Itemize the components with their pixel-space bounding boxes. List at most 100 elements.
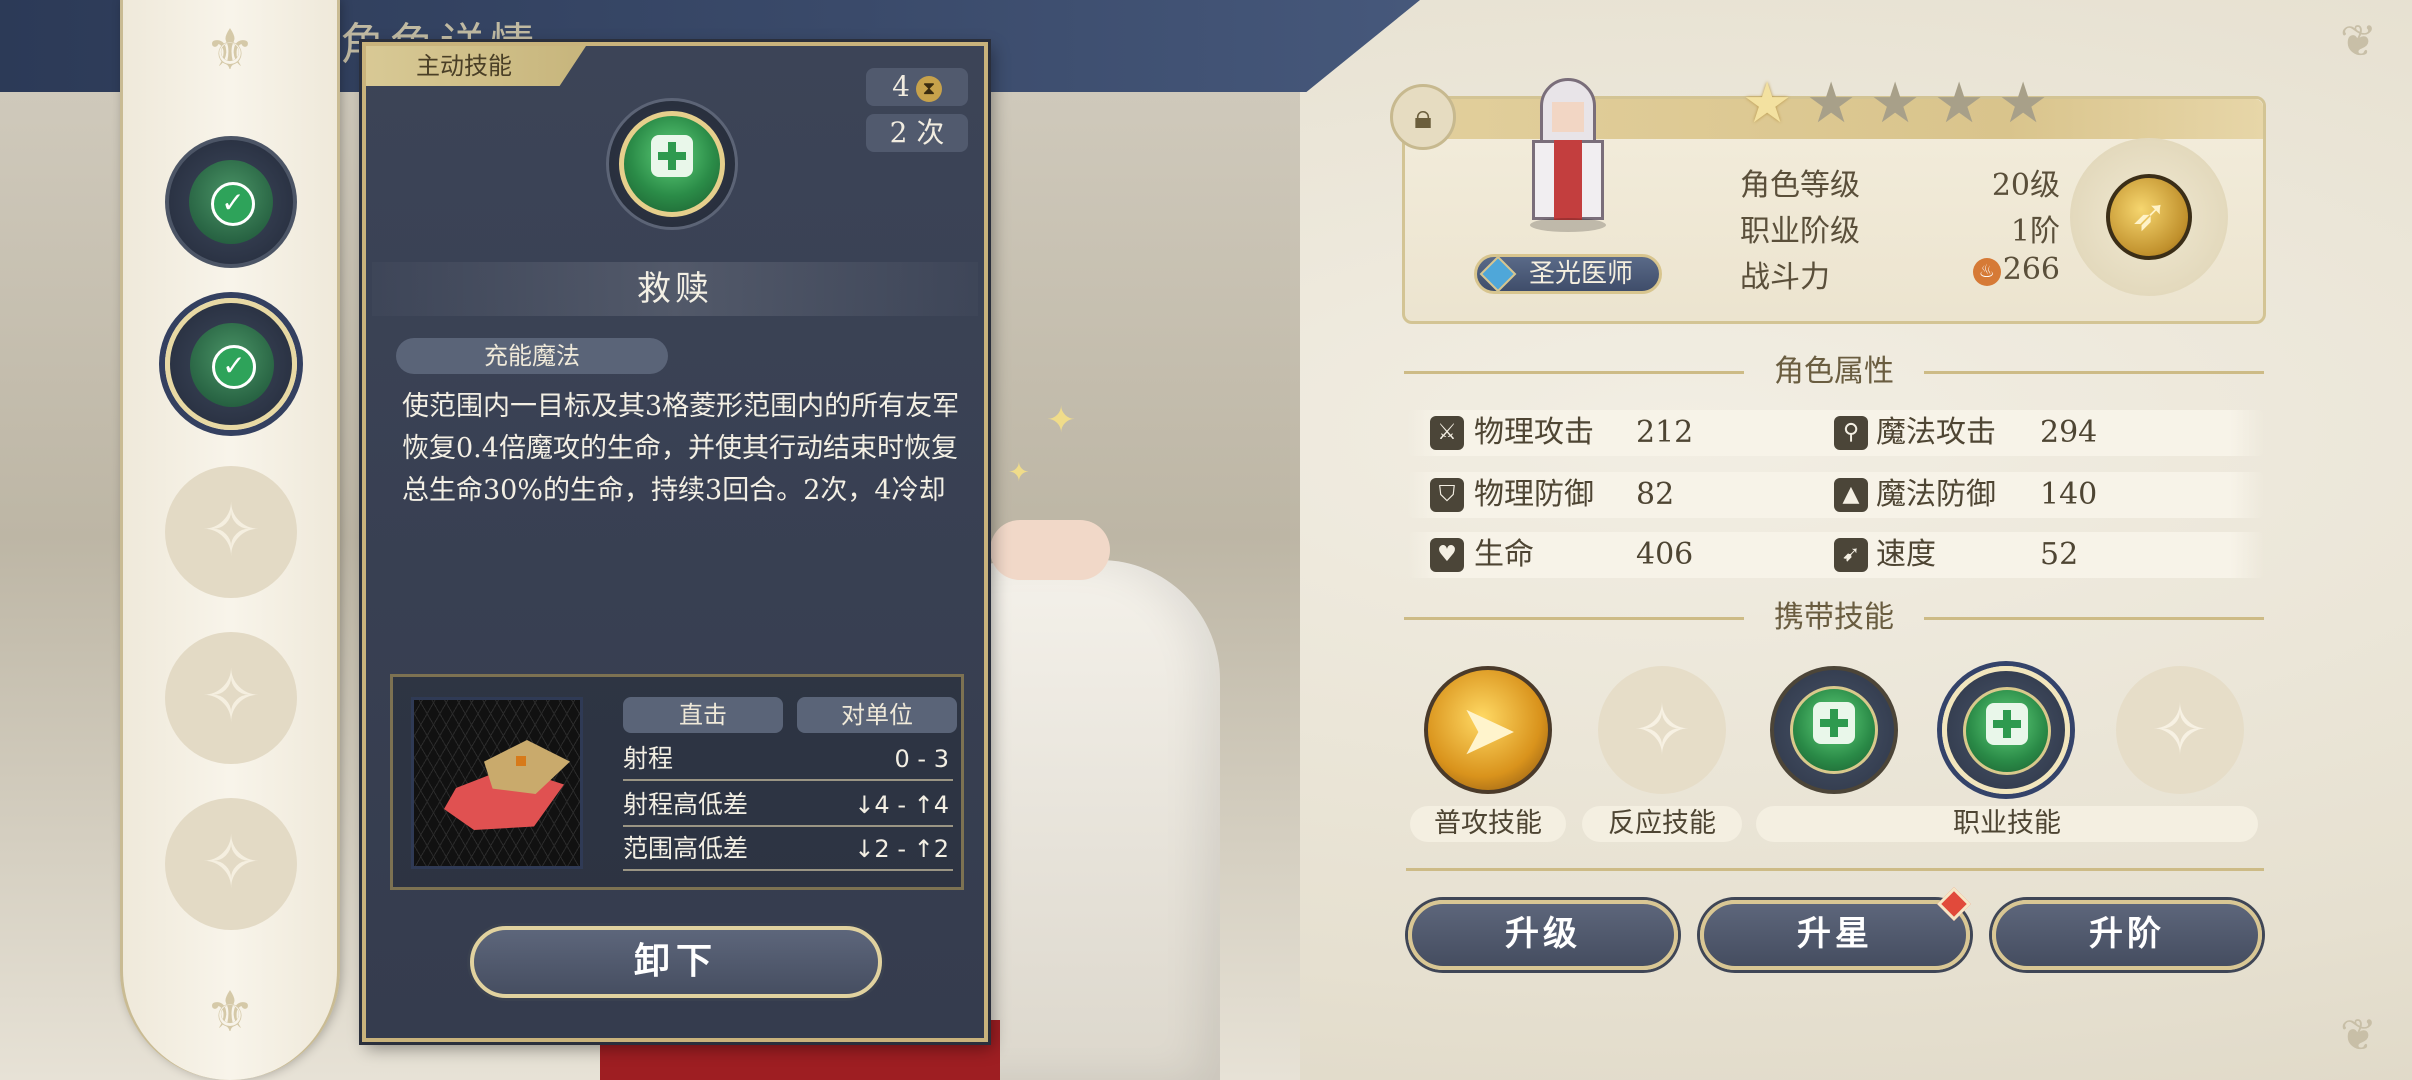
- target-type-pill: 对单位: [797, 697, 957, 733]
- corner-ornament-icon: ❦: [2340, 1010, 2377, 1061]
- attr-value: 140: [2040, 477, 2098, 512]
- carried-skills-header: 携带技能: [1404, 598, 2264, 638]
- attr-value: 82: [1636, 477, 1675, 512]
- heal-cross-icon: [1813, 702, 1855, 745]
- shield-icon: ⛉: [1430, 478, 1464, 512]
- hourglass-icon: ⧗: [915, 76, 942, 102]
- range-row-label: 范围高低差: [623, 834, 749, 863]
- stat-label-power: 战斗力: [1740, 260, 1830, 295]
- unequip-button[interactable]: 卸下: [470, 926, 882, 998]
- attributes-header: 角色属性: [1404, 352, 2264, 392]
- caster-position: [516, 756, 526, 766]
- divider: [1406, 868, 2264, 871]
- sparkle-icon: ✦: [1046, 400, 1077, 441]
- skill-slot-2[interactable]: ✓: [165, 298, 297, 430]
- star-icon-filled: ★: [1742, 71, 1793, 136]
- skill-icon: [606, 98, 738, 230]
- attr-name: 魔法攻击: [1876, 415, 1996, 450]
- skill-tag: 充能魔法: [396, 338, 668, 374]
- skill-detail-panel: 主动技能 4 ⧗ 2 次 救赎 充能魔法 使范围内一目标及其3格菱形范围内的所有友…: [362, 42, 988, 1042]
- normal-attack-skill[interactable]: ➤: [1424, 666, 1552, 794]
- attr-value: 52: [2040, 537, 2079, 572]
- lock-icon[interactable]: 🔒︎: [1390, 84, 1456, 150]
- class-name: 圣光医师: [1529, 259, 1634, 289]
- empty-skill-slot-icon: ✧: [200, 820, 262, 904]
- cooldown-counter: 4 ⧗: [866, 68, 968, 106]
- range-row-label: 射程高低差: [623, 790, 749, 819]
- fleur-ornament-icon: ⚜: [204, 980, 256, 1045]
- uses-counter: 2 次: [866, 114, 968, 152]
- attr-value: 294: [2040, 415, 2098, 450]
- level-up-button[interactable]: 升级: [1408, 900, 1678, 970]
- class-badge[interactable]: 圣光医师: [1474, 254, 1662, 294]
- empty-skill-slot-icon: ✧: [200, 488, 262, 572]
- range-info-box: 直击 对单位 射程 0 - 3 射程高低差 ↓4 - ↑4 范围高低差 ↓2 -…: [390, 674, 964, 890]
- cooldown-value: 4: [892, 70, 910, 103]
- star-icon-empty: ★: [1806, 71, 1857, 136]
- skill-slot-5[interactable]: ✧: [165, 798, 297, 930]
- attr-name: 物理防御: [1474, 477, 1594, 512]
- heart-icon: ♥: [1430, 538, 1464, 572]
- heal-cross-icon: [651, 135, 693, 178]
- class-skill-2[interactable]: [1942, 666, 2070, 794]
- fleur-ornament-icon: ⚜: [204, 18, 256, 83]
- range-row: 范围高低差 ↓2 - ↑2: [623, 829, 953, 871]
- empty-skill-slot-icon: ✧: [200, 654, 262, 738]
- check-icon: ✓: [212, 345, 256, 389]
- wand-icon: ⚲: [1834, 416, 1868, 450]
- attack-skill-icon: ➤: [1458, 689, 1518, 771]
- label-normal-attack: 普攻技能: [1410, 806, 1566, 842]
- empty-skill-slot-icon: ✧: [1632, 689, 1692, 771]
- range-row: 射程高低差 ↓4 - ↑4: [623, 785, 953, 827]
- stat-label-level: 角色等级: [1740, 168, 1860, 203]
- flame-icon: ♨: [1972, 258, 2001, 286]
- label-class-skill: 职业技能: [1756, 806, 2258, 842]
- range-row-value: ↓4 - ↑4: [854, 791, 949, 819]
- attr-name: 魔法防御: [1876, 477, 1996, 512]
- range-row-label: 射程: [623, 744, 674, 773]
- check-icon: ✓: [211, 182, 255, 226]
- heal-skill-icon: [1790, 686, 1878, 774]
- skill-name: 救赎: [372, 262, 978, 316]
- attr-value: 406: [1636, 537, 1694, 572]
- reaction-skill-slot[interactable]: ✧: [1598, 666, 1726, 794]
- rank-up-button[interactable]: 升阶: [1992, 900, 2262, 970]
- range-row-value: ↓2 - ↑2: [854, 835, 949, 863]
- label-reaction: 反应技能: [1582, 806, 1742, 842]
- class-skill-3[interactable]: ✧: [2116, 666, 2244, 794]
- attr-value: 212: [1636, 415, 1694, 450]
- star-icon-empty: ★: [1998, 71, 2049, 136]
- corner-ornament-icon: ❦: [2340, 16, 2377, 67]
- attack-type-pill: 直击: [623, 697, 783, 733]
- range-grid-diagram: [411, 697, 583, 869]
- character-sprite: [1526, 78, 1610, 232]
- sword-icon: ⚔: [1430, 416, 1464, 450]
- weapon-emblem[interactable]: ➶: [2070, 138, 2228, 296]
- stat-value-power: ♨ 266: [1960, 252, 2060, 287]
- skill-type-tab: 主动技能: [366, 46, 586, 86]
- range-row: 射程 0 - 3: [623, 739, 953, 781]
- hat-icon: ▲: [1834, 478, 1868, 512]
- skill-slot-1[interactable]: ✓: [165, 136, 297, 268]
- class-gem-icon: [1479, 255, 1517, 293]
- character-artwork-hand: [990, 520, 1110, 580]
- empty-skill-slot-icon: ✧: [2150, 689, 2210, 771]
- stat-value-level: 20级: [1991, 168, 2060, 203]
- skill-slot-4[interactable]: ✧: [165, 632, 297, 764]
- heal-skill-icon: [1963, 687, 2051, 775]
- class-skill-1[interactable]: [1770, 666, 1898, 794]
- heal-cross-icon: [1986, 703, 2028, 746]
- attr-name: 物理攻击: [1474, 415, 1594, 450]
- wing-icon: ➹: [1834, 538, 1868, 572]
- stat-label-rank: 职业阶级: [1740, 214, 1860, 249]
- skill-slot-column: ⚜ ✓ ✓ ✧ ✧ ✧ ⚜: [120, 0, 340, 1080]
- star-icon-empty: ★: [1934, 71, 1985, 136]
- power-number: 266: [2002, 252, 2060, 287]
- sparkle-icon: ✦: [1008, 458, 1030, 488]
- skill-slot-3[interactable]: ✧: [165, 466, 297, 598]
- skill-description: 使范围内一目标及其3格菱形范围内的所有友军恢复0.4倍魔攻的生命，并使其行动结束…: [402, 391, 960, 506]
- weapon-icon: ➶: [2106, 174, 2192, 260]
- star-up-button[interactable]: 升星: [1700, 900, 1970, 970]
- stat-value-rank: 1阶: [2010, 214, 2060, 249]
- range-row-value: 0 - 3: [894, 745, 949, 773]
